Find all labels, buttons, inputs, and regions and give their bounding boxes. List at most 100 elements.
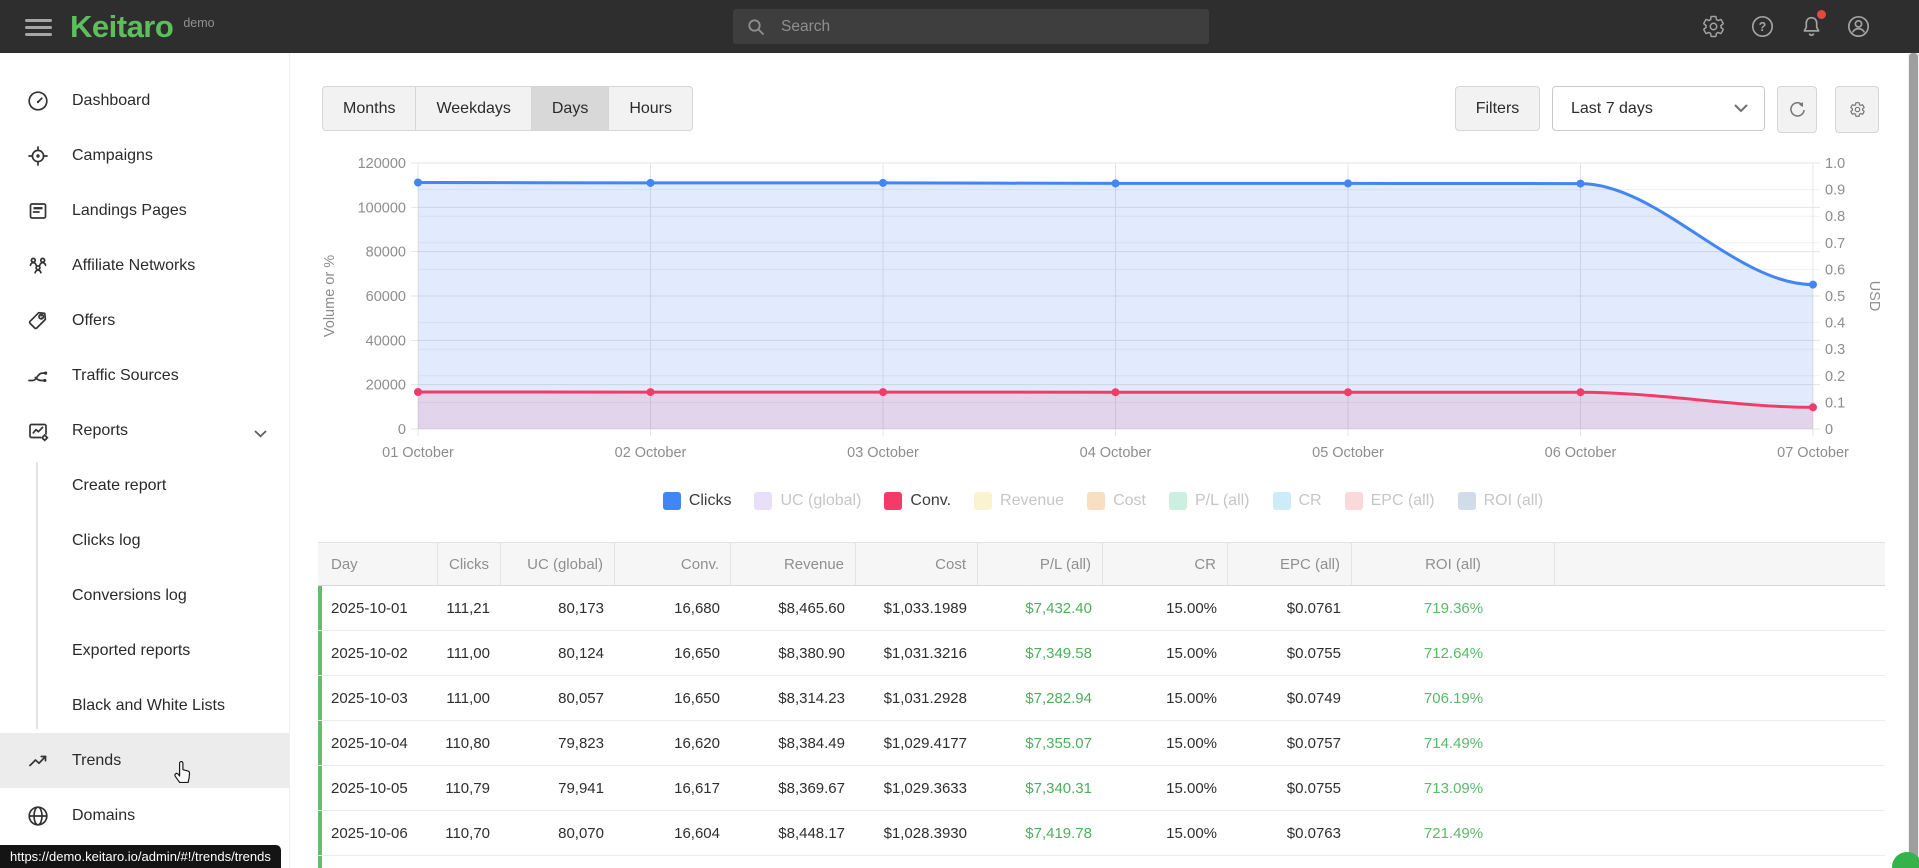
legend-item-epc-all[interactable]: EPC (all) — [1344, 492, 1435, 510]
scrollbar-thumb[interactable] — [1909, 53, 1918, 868]
refresh-button[interactable] — [1777, 86, 1817, 133]
legend-item-revenue[interactable]: Revenue — [974, 492, 1064, 510]
table-row[interactable]: 2025-10-04 110,80 79,823 16,620 $8,384.49 $1,… — [318, 721, 1885, 766]
sidebar-item-label: Dashboard — [72, 91, 151, 109]
tab-days[interactable]: Days — [530, 87, 609, 130]
tab-hours[interactable]: Hours — [608, 87, 692, 130]
cell-filler — [1555, 631, 1885, 675]
table-row[interactable]: 2025-10-06 110,70 80,070 16,604 $8,448.17 $1,… — [318, 811, 1885, 856]
line-chart-canvas[interactable]: 0 20000 40000 60000 80000 100000 120000 0 0.1 0.2… — [318, 145, 1888, 470]
cell-epc-all: $0.0755 — [1286, 779, 1341, 797]
column-header-cost[interactable]: Cost — [856, 543, 978, 585]
legend-item-cr[interactable]: CR — [1272, 492, 1322, 510]
sidebar-item-dashboard[interactable]: Dashboard — [0, 73, 289, 128]
svg-text:1.0: 1.0 — [1825, 156, 1845, 172]
column-header-roi-all[interactable]: ROI (all) — [1352, 543, 1555, 585]
cell-epc-all: $0.0763 — [1286, 824, 1341, 842]
sidebar-item-label: Affiliate Networks — [72, 256, 196, 274]
chevron-down-icon — [1734, 104, 1748, 113]
chart-settings-button[interactable] — [1835, 86, 1879, 133]
trends-chart: 0 20000 40000 60000 80000 100000 120000 0 0.1 0.2… — [318, 145, 1888, 470]
help-icon[interactable]: ? — [1750, 14, 1775, 39]
sidebar-item-landings-pages[interactable]: Landings Pages — [0, 183, 289, 238]
cell-revenue: $8,314.23 — [778, 689, 845, 707]
legend-swatch — [1087, 492, 1106, 510]
filters-button[interactable]: Filters — [1455, 86, 1540, 131]
svg-text:40000: 40000 — [366, 333, 406, 349]
topbar: Keitaro demo Search ? — [0, 0, 1919, 53]
column-header-epc-all[interactable]: EPC (all) — [1228, 543, 1352, 585]
sidebar-item-affiliate-networks[interactable]: Affiliate Networks — [0, 238, 289, 293]
sidebar-subitem-black-and-white-lists[interactable]: Black and White Lists — [0, 678, 289, 733]
legend-item-cost[interactable]: Cost — [1087, 492, 1146, 510]
sidebar-item-traffic-sources[interactable]: Traffic Sources — [0, 348, 289, 403]
sidebar-item-offers[interactable]: $ Offers — [0, 293, 289, 348]
chat-widget[interactable] — [1892, 852, 1919, 868]
column-header-revenue[interactable]: Revenue — [731, 543, 856, 585]
svg-text:04 October: 04 October — [1080, 445, 1152, 461]
column-header-p-l-all[interactable]: P/L (all) — [978, 543, 1103, 585]
cell-day: 2025-10-05 — [331, 779, 408, 797]
keitaro-app: Keitaro demo Search ? Dashboard Campaigns… — [0, 0, 1919, 868]
cell-cr: 15.00% — [1166, 689, 1217, 707]
chevron-down-icon[interactable] — [254, 425, 267, 443]
tab-months[interactable]: Months — [323, 87, 415, 130]
brand-logo[interactable]: Keitaro — [70, 9, 174, 45]
table-row[interactable]: 2025-10-02 111,00 80,124 16,650 $8,380.90 $1,… — [318, 631, 1885, 676]
sidebar-item-label: Domains — [72, 806, 136, 824]
svg-text:0.5: 0.5 — [1825, 289, 1845, 305]
svg-text:02 October: 02 October — [615, 445, 687, 461]
sidebar-subitem-create-report[interactable]: Create report — [0, 458, 289, 513]
legend-item-conv[interactable]: Conv. — [884, 492, 951, 510]
search-input[interactable]: Search — [733, 9, 1209, 44]
cell-roi-all: 713.09% — [1423, 779, 1484, 797]
cell-uc-global: 80,173 — [558, 599, 604, 617]
column-header-clicks[interactable]: Clicks — [438, 543, 501, 585]
column-header-conv[interactable]: Conv. — [615, 543, 731, 585]
sidebar-item-trends[interactable]: Trends — [0, 733, 289, 788]
sidebar-item-campaigns[interactable]: Campaigns — [0, 128, 289, 183]
sidebar-subitem-exported-reports[interactable]: Exported reports — [0, 623, 289, 678]
cell-epc-all: $0.0755 — [1286, 644, 1341, 662]
campaigns-icon — [26, 144, 50, 168]
cell-filler — [1555, 856, 1885, 868]
cell-cost: $1,029.3633 — [883, 779, 967, 797]
settings-icon[interactable] — [1701, 14, 1726, 39]
column-header-filler — [1555, 543, 1885, 585]
table-row[interactable]: 2025-10-0765,1641,1579,774$4,988.13$612.… — [318, 856, 1885, 868]
table-row[interactable]: 2025-10-05 110,79 79,941 16,617 $8,369.67 $1,… — [318, 766, 1885, 811]
table-body: 2025-10-01 111,21 80,173 16,680 $8,465.60 $1,… — [318, 586, 1885, 868]
menu-icon[interactable] — [25, 19, 52, 36]
legend-item-clicks[interactable]: Clicks — [662, 492, 731, 510]
dashboard-icon — [26, 89, 50, 113]
svg-text:20000: 20000 — [366, 378, 406, 394]
sidebar-item-domains[interactable]: Domains — [0, 788, 289, 843]
date-range-select[interactable]: Last 7 days — [1552, 86, 1765, 131]
column-header-uc-global[interactable]: UC (global) — [501, 543, 615, 585]
tab-weekdays[interactable]: Weekdays — [415, 87, 530, 130]
scrollbar[interactable] — [1908, 53, 1919, 868]
legend-item-p-l-all[interactable]: P/L (all) — [1168, 492, 1250, 510]
table-row[interactable]: 2025-10-03 111,00 80,057 16,650 $8,314.23 $1,… — [318, 676, 1885, 721]
column-header-cr[interactable]: CR — [1103, 543, 1228, 585]
svg-text:0.3: 0.3 — [1825, 342, 1845, 358]
legend-item-roi-all[interactable]: ROI (all) — [1457, 492, 1543, 510]
legend-item-uc-global[interactable]: UC (global) — [754, 492, 861, 510]
account-icon[interactable] — [1846, 14, 1871, 39]
column-header-day[interactable]: Day — [318, 543, 438, 585]
svg-text:$: $ — [40, 314, 43, 319]
sidebar-subitem-clicks-log[interactable]: Clicks log — [0, 513, 289, 568]
cell-uc-global: 80,057 — [558, 689, 604, 707]
table-row[interactable]: 2025-10-01 111,21 80,173 16,680 $8,465.60 $1,… — [318, 586, 1885, 631]
svg-text:01 October: 01 October — [382, 445, 454, 461]
refresh-icon — [1789, 102, 1805, 117]
sidebar-item-reports[interactable]: Reports — [0, 403, 289, 458]
table-header: Day Clicks UC (global) Conv. Revenue Cost P/L … — [318, 542, 1885, 586]
sidebar-subitem-conversions-log[interactable]: Conversions log — [0, 568, 289, 623]
sidebar-item-label: Reports — [72, 421, 129, 439]
legend-swatch — [884, 492, 903, 510]
cell-clicks: 65,16 — [438, 856, 501, 868]
svg-text:0.1: 0.1 — [1825, 395, 1845, 411]
legend-swatch — [1168, 492, 1187, 510]
svg-text:0.4: 0.4 — [1825, 316, 1845, 332]
